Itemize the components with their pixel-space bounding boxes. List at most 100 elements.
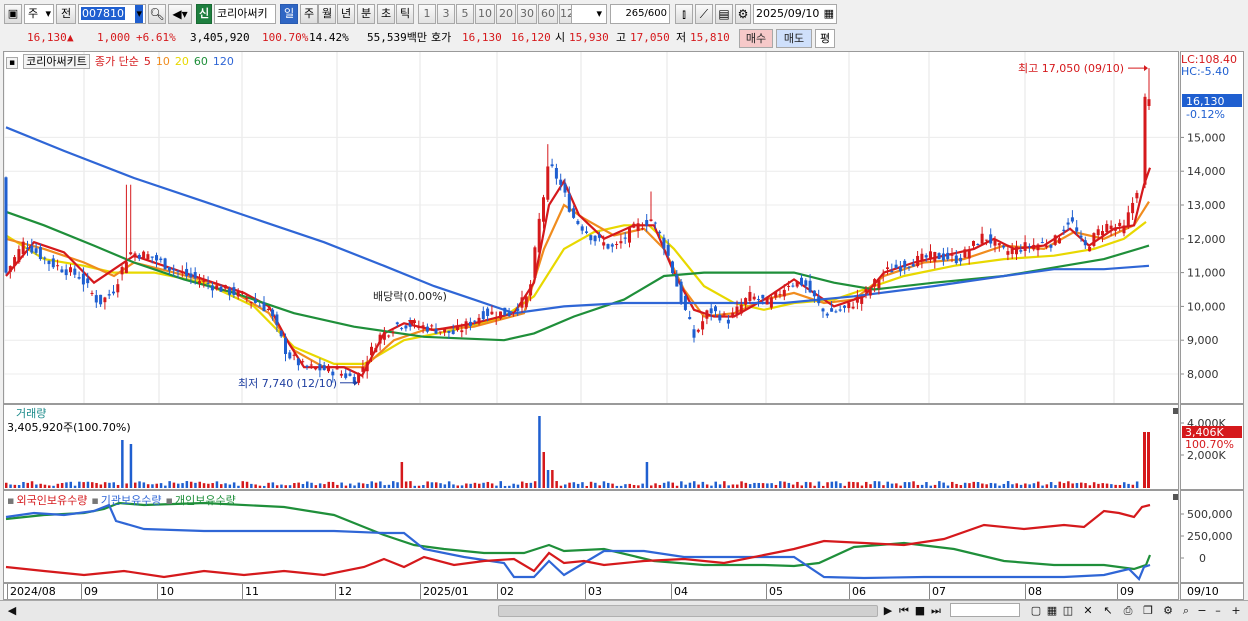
print-icon[interactable]: ⎙ [1120,603,1136,619]
volume-bar-144 [146,484,150,488]
gear-icon[interactable]: ⚙ [735,4,751,24]
interval-button-20[interactable]: 20 [496,4,516,24]
stock-code-value: 007810 [81,7,125,20]
volume-bar-1021 [1024,483,1027,488]
holdings-legend-2[interactable]: 개인보유수량 [175,494,236,507]
draw-line-icon[interactable]: ⟋ [695,4,713,24]
candle-body-19 [86,278,90,284]
candle-body-204 [881,273,885,275]
scroll-right-icon[interactable]: ▶ [880,603,896,619]
stock-name-field[interactable]: 코리아써키 [214,4,276,24]
scroll-left-icon[interactable]: ◀ [4,603,20,619]
candle-body-12 [56,265,60,267]
fast-forward-icon[interactable]: ⏭ [928,603,944,619]
candle-body-141 [610,244,614,247]
volume-bar-final-2 [1147,432,1150,488]
candle-body-150 [649,219,653,221]
volume-bar-174 [177,483,180,488]
sound-icon[interactable]: ◀▾ [168,4,192,24]
candle-body-237 [1023,242,1027,251]
volume-bar-1124 [1127,483,1130,488]
settings-icon[interactable]: ⚙ [1160,603,1176,619]
copy-icon[interactable]: ❐ [1140,603,1156,619]
market-label: 주 [28,7,39,20]
volume-bar-1077 [1080,482,1083,488]
volume-bar-664 [667,481,670,488]
new-badge[interactable]: 신 [196,4,212,24]
save-icon[interactable]: ▤ [715,4,733,24]
legend-box-icon[interactable]: ▪ [6,57,19,69]
candle-body-13 [60,269,64,273]
all-button[interactable]: 전 [56,4,76,24]
scrollbar-thumb[interactable] [498,605,878,617]
cursor-icon[interactable]: ↖ [1100,603,1116,619]
candle-body-190 [821,308,825,312]
interval-button-30[interactable]: 30 [517,4,537,24]
candle-body-84 [365,362,369,372]
holdings-legend-0[interactable]: 외국인보유수량 [16,494,87,507]
period-button-2[interactable]: 월 [318,4,336,24]
window-icon[interactable]: ▢ [1028,603,1044,619]
period-button-0[interactable]: 일 [280,4,298,24]
zoom-slider[interactable] [950,603,1020,617]
volume-bar-226 [228,484,232,488]
interval-button-60[interactable]: 60 [538,4,558,24]
period-button-6[interactable]: 틱 [396,4,414,24]
volume-bar-316 [318,483,322,488]
market-select[interactable]: 주 ▾ [24,4,54,24]
candle-body-118 [511,312,515,314]
sell-button[interactable]: 매도 [776,29,812,48]
candle-body-10 [47,260,51,265]
flat-button[interactable]: 평 [815,29,835,48]
holdings-pane[interactable]: ▪ 외국인보유수량 ▪ 기관보유수량 ▪ 개인보유수량 [3,490,1179,583]
zoom-reset-icon[interactable]: – [1210,603,1226,619]
candle-body-27 [120,267,124,275]
volume-bar-389 [392,481,395,488]
stop-icon[interactable]: ■ [912,603,928,619]
volume-bar-995 [998,485,1001,488]
candle-body-216 [933,252,937,262]
zoom-in-icon[interactable]: + [1228,603,1244,619]
volume-pane[interactable]: 거래량 3,405,920주(100.70%) [3,404,1179,490]
volume-bar-114 [116,484,120,488]
candle-body-177 [765,297,769,305]
zoom-out-icon[interactable]: − [1194,603,1210,619]
candle-body-191 [825,313,829,316]
split-icon[interactable]: ◫ [1060,603,1076,619]
rewind-icon[interactable]: ⏮ [896,603,912,619]
count-field[interactable]: 265/600 [610,4,670,24]
interval-button-5[interactable]: 5 [456,4,474,24]
holdings-axis-svg: 500,000 250,000 0 [1181,508,1233,565]
period-button-1[interactable]: 주 [300,4,318,24]
grid-icon[interactable]: ▦ [1044,603,1060,619]
interval-button-1[interactable]: 1 [418,4,436,24]
x-axis-last: 09/10 [1180,583,1244,600]
calendar-icon: ▦ [823,7,834,20]
candle-body-131 [567,193,571,212]
search-icon[interactable]: 🔍︎ [148,4,166,24]
volume-bar-613 [615,485,619,488]
candle-body-205 [886,267,889,269]
magnifier-icon[interactable]: ⌕ [1178,603,1194,619]
buy-button[interactable]: 매수 [739,29,773,48]
interval-button-3[interactable]: 3 [437,4,455,24]
crosshair-icon[interactable]: ✕ [1080,603,1096,619]
price-pane[interactable]: 최고 17,050 (09/10) 최저 7,740 (12/10) 배당락(0.0… [3,51,1179,404]
window-menu-icon[interactable]: ▣ [4,4,22,24]
holdings-legend-1[interactable]: 기관보유수량 [101,494,162,507]
stock-code-input[interactable]: 007810 ▾ [78,4,146,24]
period-button-4[interactable]: 분 [357,4,375,24]
legend-stock-name[interactable]: 코리아써키트 [23,54,90,69]
period-button-5[interactable]: 초 [377,4,395,24]
volume-bar-625 [628,483,631,488]
volume-bar-647 [650,485,653,488]
candle-body-16 [73,268,77,275]
period-button-3[interactable]: 년 [337,4,355,24]
date-field[interactable]: 2025/09/10 ▦ [753,4,837,24]
interval-button-10[interactable]: 10 [475,4,495,24]
interval-select[interactable]: ▾ [571,4,607,24]
candle-body-52 [228,288,232,295]
candle-type-icon[interactable]: ⫾ [675,4,693,24]
volume-bar-690 [693,481,696,488]
candle-body-176 [761,294,765,299]
